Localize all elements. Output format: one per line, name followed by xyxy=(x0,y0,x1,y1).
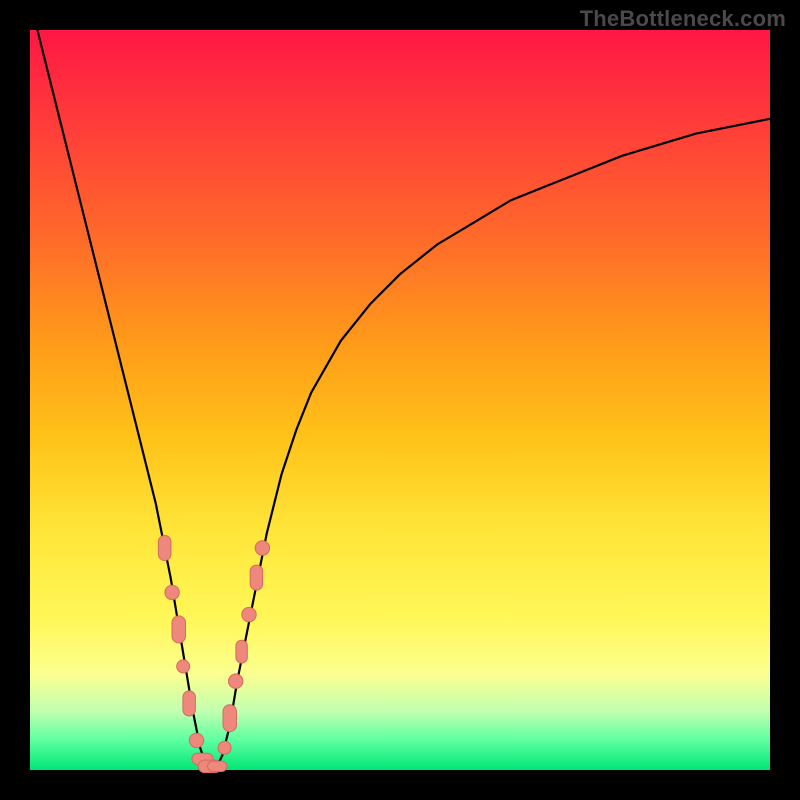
plot-area xyxy=(30,30,770,770)
watermark-text: TheBottleneck.com xyxy=(580,6,786,32)
chart-frame: TheBottleneck.com xyxy=(0,0,800,800)
